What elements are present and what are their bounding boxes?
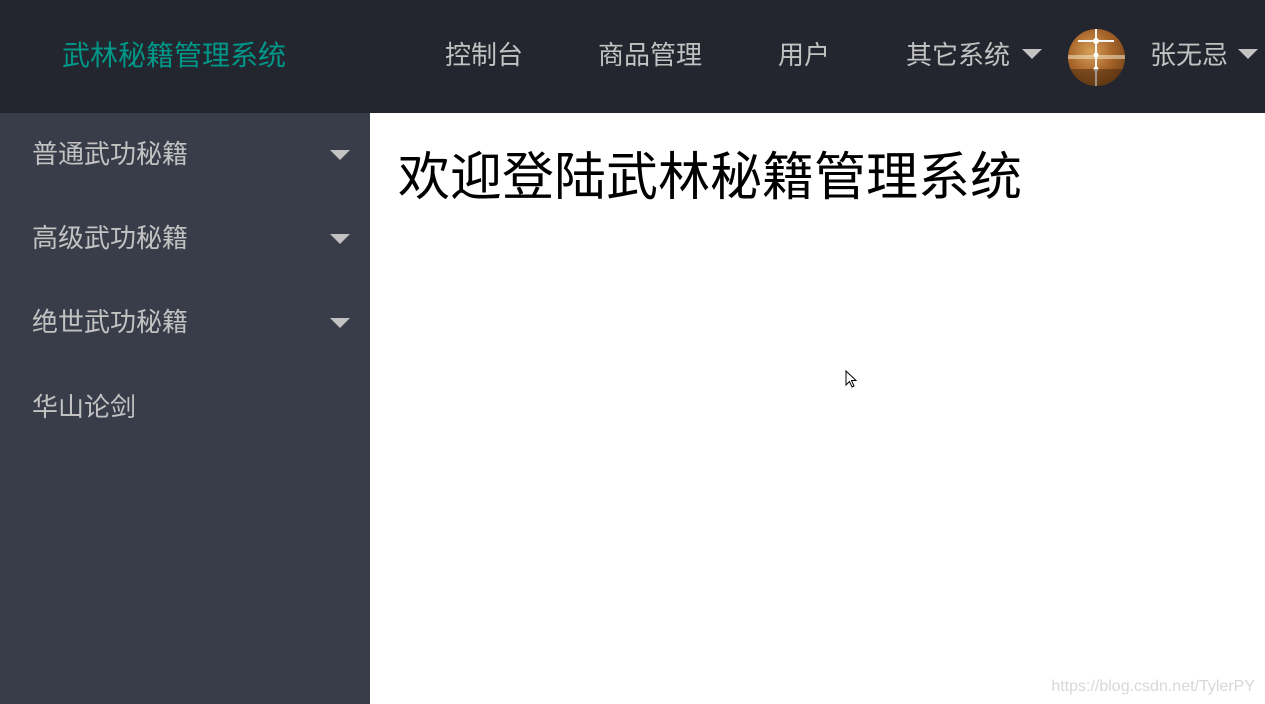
nav-product-management[interactable]: 商品管理 bbox=[598, 38, 702, 74]
sidebar: 普通武功秘籍 高级武功秘籍 绝世武功秘籍 华山论剑 bbox=[0, 113, 370, 704]
sidebar-item-label: 高级武功秘籍 bbox=[32, 224, 189, 254]
sidebar-item-huashan-contest[interactable]: 华山论剑 bbox=[0, 366, 370, 450]
nav-dashboard[interactable]: 控制台 bbox=[445, 38, 523, 74]
app-logo[interactable]: 武林秘籍管理系统 bbox=[62, 36, 286, 76]
chevron-down-icon bbox=[1022, 48, 1043, 59]
chevron-down-icon bbox=[330, 150, 350, 160]
chevron-down-icon bbox=[330, 318, 350, 328]
top-header: 武林秘籍管理系统 控制台 商品管理 用户 其它系统 张无忌 bbox=[0, 0, 1265, 113]
mouse-cursor-icon bbox=[845, 370, 858, 388]
sidebar-item-ordinary-manuals[interactable]: 普通武功秘籍 bbox=[0, 113, 370, 197]
nav-other-systems[interactable]: 其它系统 bbox=[906, 38, 1043, 74]
nav-other-systems-label: 其它系统 bbox=[906, 41, 1011, 71]
sidebar-item-label: 绝世武功秘籍 bbox=[32, 308, 189, 338]
chevron-down-icon bbox=[1238, 48, 1259, 59]
user-name: 张无忌 bbox=[1150, 41, 1229, 71]
main-content: 欢迎登陆武林秘籍管理系统 bbox=[370, 113, 1265, 704]
sidebar-item-peerless-manuals[interactable]: 绝世武功秘籍 bbox=[0, 281, 370, 365]
nav-users[interactable]: 用户 bbox=[778, 38, 830, 74]
avatar[interactable] bbox=[1068, 29, 1125, 86]
sidebar-item-label: 普通武功秘籍 bbox=[32, 140, 189, 170]
sidebar-item-advanced-manuals[interactable]: 高级武功秘籍 bbox=[0, 197, 370, 281]
user-menu[interactable]: 张无忌 bbox=[1150, 38, 1259, 74]
sidebar-item-label: 华山论剑 bbox=[32, 393, 137, 423]
welcome-heading: 欢迎登陆武林秘籍管理系统 bbox=[398, 148, 1023, 208]
watermark: https://blog.csdn.net/TylerPY bbox=[1051, 678, 1255, 695]
chevron-down-icon bbox=[330, 234, 350, 244]
avatar-image bbox=[1068, 29, 1125, 86]
